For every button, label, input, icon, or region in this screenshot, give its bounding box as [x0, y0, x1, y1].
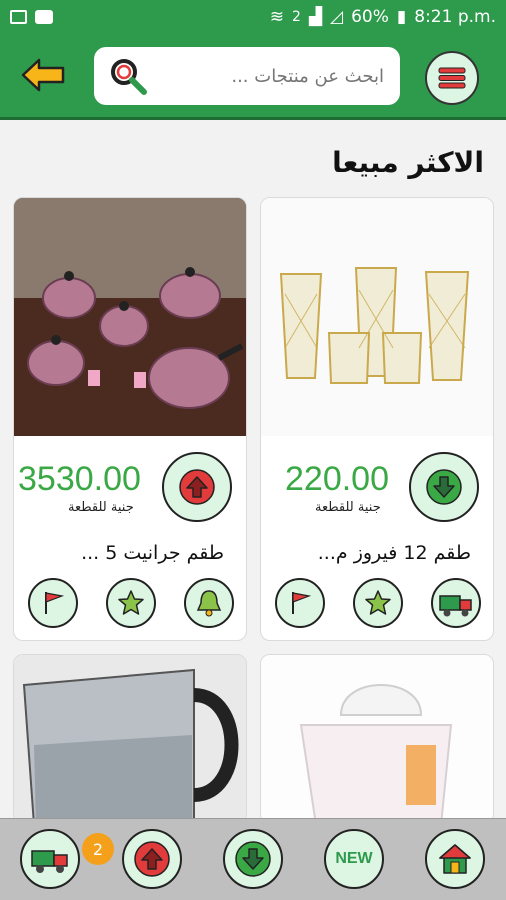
search-input[interactable]: [148, 65, 400, 87]
battery-icon: ▮: [396, 7, 407, 27]
juicer-image: [299, 684, 453, 823]
bottom-navigation: 2 NEW: [0, 818, 506, 900]
section-title: الاكثر مبيعا: [332, 146, 484, 179]
hamburger-menu-icon: [438, 67, 466, 89]
kettle-image: [22, 668, 239, 823]
arrow-left-icon: [21, 58, 65, 92]
cart-badge: 2: [82, 833, 114, 865]
nav-home-button[interactable]: [425, 829, 485, 889]
product-price: 220.00: [285, 460, 389, 498]
product-card[interactable]: [260, 654, 494, 824]
product-image[interactable]: [261, 655, 493, 823]
bell-icon: [196, 590, 222, 617]
menu-button[interactable]: [425, 51, 479, 105]
battery-percent: 60%: [351, 7, 389, 27]
arrow-down-icon: [426, 469, 462, 505]
price-down-button[interactable]: [409, 452, 479, 522]
glasses-image: [279, 267, 470, 384]
favorite-button[interactable]: [353, 578, 403, 628]
cookware-image: [14, 198, 246, 436]
star-icon: [365, 590, 391, 615]
image-notification-icon: [10, 10, 27, 24]
app-header: [0, 34, 506, 120]
nav-cart-button[interactable]: 2: [20, 829, 114, 889]
back-button[interactable]: [20, 52, 66, 98]
product-image[interactable]: [261, 198, 493, 436]
arrow-up-icon: [179, 469, 215, 505]
flag-icon: [292, 592, 312, 614]
search-icon[interactable]: [108, 56, 148, 96]
nav-new-button[interactable]: NEW: [324, 829, 384, 889]
flag-icon: [45, 592, 65, 614]
truck-icon: [439, 595, 472, 617]
notify-button[interactable]: [184, 578, 234, 628]
status-bar: ≋ 2 ▟ ◿ 60% ▮ 8:21 p.m.: [0, 0, 506, 34]
price-unit: جنية للقطعة: [315, 500, 381, 515]
product-card[interactable]: 220.00 جنية للقطعة طقم 12 فيروز م...: [260, 197, 494, 641]
new-label: NEW: [335, 850, 373, 867]
nav-price-up-button[interactable]: [122, 829, 182, 889]
price-up-button[interactable]: [162, 452, 232, 522]
product-image[interactable]: [14, 198, 246, 436]
search-bar[interactable]: [94, 47, 400, 105]
product-card[interactable]: 3530.00 جنية للقطعة طقم جرانيت 5 ...: [13, 197, 247, 641]
clock: 8:21 p.m.: [414, 7, 496, 27]
delivery-button[interactable]: [431, 578, 481, 628]
product-image[interactable]: [14, 655, 246, 823]
product-price: 3530.00: [18, 460, 141, 498]
report-button[interactable]: [275, 578, 325, 628]
product-card[interactable]: [13, 654, 247, 824]
report-button[interactable]: [28, 578, 78, 628]
signal-icon: ▟: [308, 7, 323, 27]
nav-price-down-button[interactable]: [223, 829, 283, 889]
home-icon: [439, 844, 471, 874]
wifi-icon: ≋: [269, 7, 285, 27]
star-icon: [118, 590, 144, 615]
arrow-down-icon: [235, 841, 271, 877]
sim-label: 2: [292, 9, 301, 25]
truck-icon: [31, 850, 68, 873]
arrow-up-icon: [134, 841, 170, 877]
signal-icon-2: ◿: [330, 7, 344, 27]
favorite-button[interactable]: [106, 578, 156, 628]
message-notification-icon: [35, 10, 53, 24]
product-name[interactable]: طقم 12 فيروز م...: [318, 542, 471, 564]
product-name[interactable]: طقم جرانيت 5 ...: [81, 542, 224, 564]
price-unit: جنية للقطعة: [68, 500, 134, 515]
